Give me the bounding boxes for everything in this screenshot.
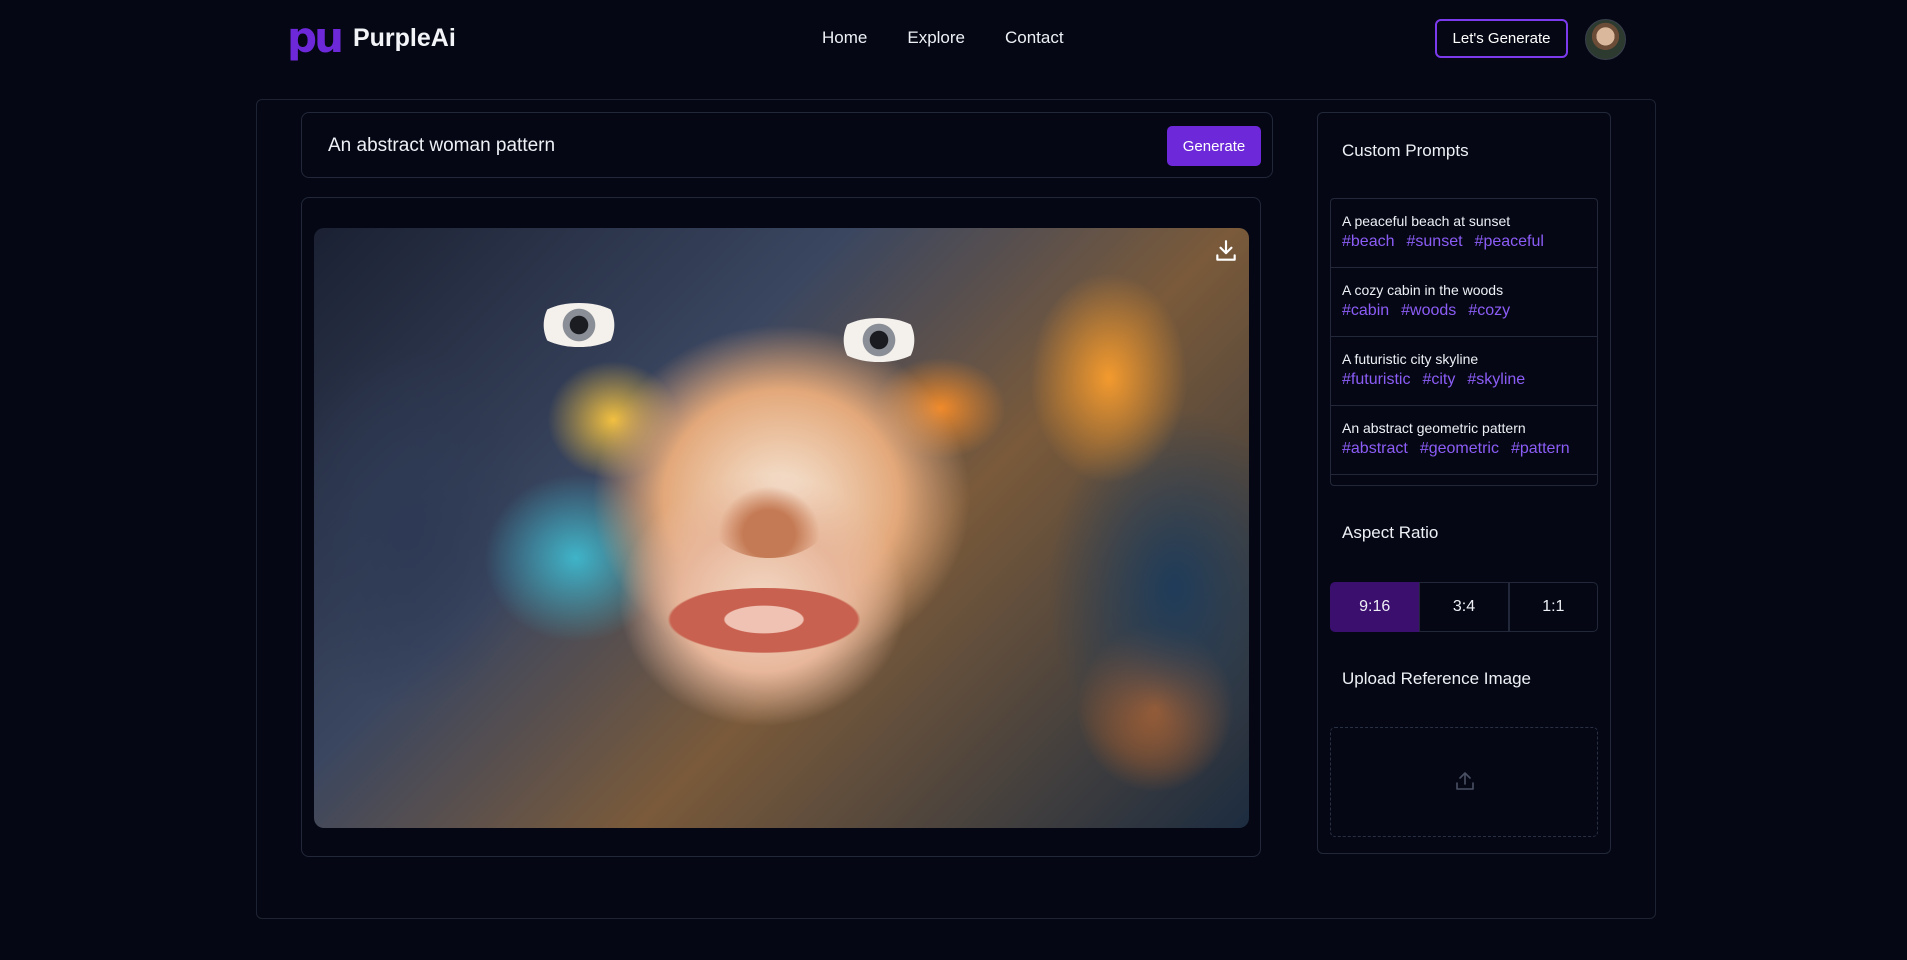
prompt-tags: #cabin #woods #cozy bbox=[1342, 302, 1586, 320]
prompt-tags: #beach #sunset #peaceful bbox=[1342, 233, 1586, 251]
upload-title: Upload Reference Image bbox=[1342, 669, 1532, 688]
art-eye-right bbox=[834, 318, 924, 362]
prompt-bar: Generate bbox=[301, 112, 1273, 179]
art-eye-left bbox=[534, 303, 624, 347]
upload-dropzone[interactable] bbox=[1330, 727, 1598, 837]
tag[interactable]: #woods bbox=[1401, 302, 1456, 319]
tag[interactable]: #beach bbox=[1342, 233, 1395, 250]
tag[interactable]: #cozy bbox=[1468, 302, 1510, 319]
lets-generate-button[interactable]: Let's Generate bbox=[1435, 19, 1568, 58]
list-item[interactable]: A cozy cabin in the woods #cabin #woods #c… bbox=[1331, 268, 1597, 337]
ratio-1-1-button[interactable]: 1:1 bbox=[1508, 582, 1598, 632]
download-icon[interactable] bbox=[1213, 238, 1239, 264]
custom-prompts-title: Custom Prompts bbox=[1342, 141, 1469, 160]
logo-mark: pu bbox=[287, 13, 344, 62]
nav-contact[interactable]: Contact bbox=[1005, 28, 1064, 48]
tag[interactable]: #geometric bbox=[1420, 440, 1499, 457]
list-item[interactable]: A futuristic city skyline #futuristic #ci… bbox=[1331, 337, 1597, 406]
upload-icon bbox=[1456, 772, 1474, 790]
avatar[interactable] bbox=[1585, 19, 1626, 60]
tag[interactable]: #abstract bbox=[1342, 440, 1408, 457]
prompt-text: A peaceful beach at sunset bbox=[1342, 213, 1511, 229]
tag[interactable]: #cabin bbox=[1342, 302, 1389, 319]
generate-button[interactable]: Generate bbox=[1167, 126, 1261, 166]
prompt-text: A futuristic city skyline bbox=[1342, 351, 1479, 367]
list-item[interactable]: A peaceful beach at sunset #beach #sunset… bbox=[1331, 199, 1597, 268]
nav-home[interactable]: Home bbox=[822, 28, 867, 48]
tag[interactable]: #peaceful bbox=[1475, 233, 1544, 250]
aspect-ratio-selector: 9:16 3:4 1:1 bbox=[1330, 582, 1598, 632]
prompt-tags: #futuristic #city #skyline bbox=[1342, 371, 1586, 389]
aspect-ratio-title: Aspect Ratio bbox=[1342, 523, 1439, 542]
result-frame bbox=[301, 197, 1261, 857]
prompt-input[interactable] bbox=[326, 113, 1150, 179]
brand-logo[interactable]: pu PurpleAi bbox=[287, 13, 456, 62]
tag[interactable]: #city bbox=[1422, 371, 1455, 388]
tag[interactable]: #sunset bbox=[1407, 233, 1463, 250]
generated-image bbox=[314, 228, 1249, 828]
ratio-3-4-button[interactable]: 3:4 bbox=[1419, 582, 1509, 632]
prompt-text: An abstract geometric pattern bbox=[1342, 420, 1526, 436]
tag[interactable]: #skyline bbox=[1467, 371, 1525, 388]
list-item[interactable]: An abstract geometric pattern #abstract #… bbox=[1331, 406, 1597, 475]
settings-sidebar: Custom Prompts A peaceful beach at sunse… bbox=[1317, 112, 1611, 854]
tag[interactable]: #pattern bbox=[1511, 440, 1570, 457]
custom-prompts-list: A peaceful beach at sunset #beach #sunset… bbox=[1330, 198, 1598, 486]
prompt-tags: #abstract #geometric #pattern bbox=[1342, 440, 1586, 458]
ratio-9-16-button[interactable]: 9:16 bbox=[1330, 582, 1420, 632]
brand-name: PurpleAi bbox=[352, 23, 456, 52]
main-nav: Home Explore Contact bbox=[822, 28, 1064, 48]
tag[interactable]: #futuristic bbox=[1342, 371, 1410, 388]
art-lips bbox=[654, 588, 874, 658]
art-nose bbox=[709, 478, 829, 558]
prompt-text: A cozy cabin in the woods bbox=[1342, 282, 1504, 298]
nav-explore[interactable]: Explore bbox=[907, 28, 965, 48]
